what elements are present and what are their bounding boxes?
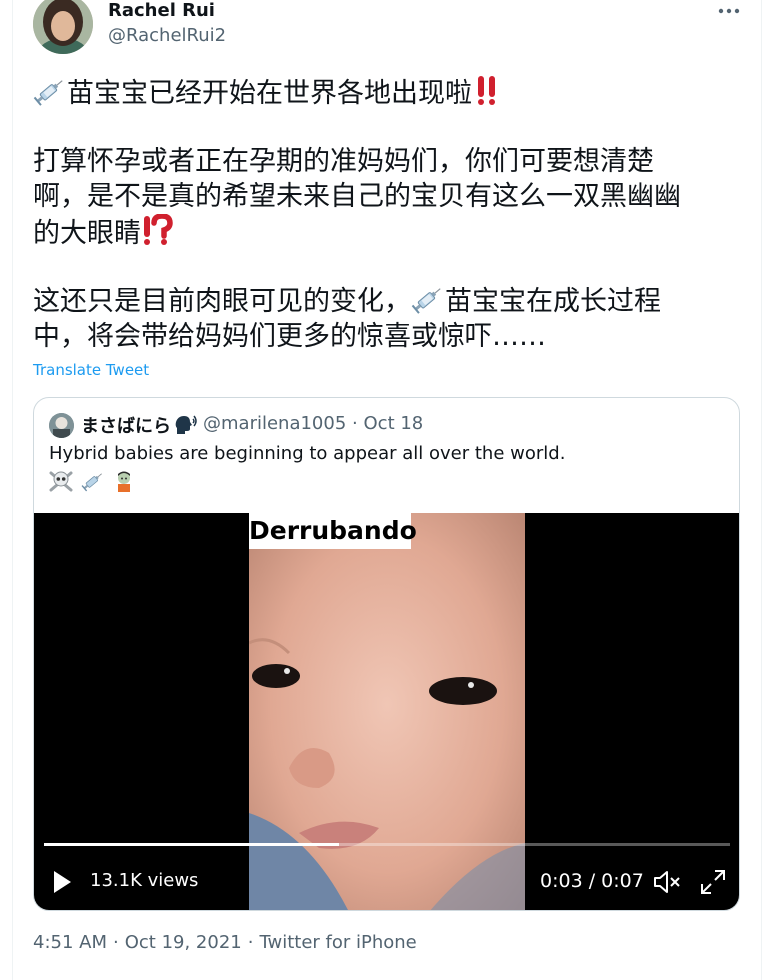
play-icon[interactable] [50,868,74,896]
tweet-line-2: 打算怀孕或者正在孕期的准妈妈们，你们可要想清楚 [33,146,654,177]
quoted-tweet[interactable]: まさばにら @marilena1005 · Oct 18 Hybrid babi… [33,397,740,911]
quoted-author-name[interactable]: まさばにら [81,412,197,441]
video-frame [248,513,525,910]
video-time: 0:03 / 0:07 [540,870,644,892]
tweet-line-4: 的大眼睛 [33,213,743,255]
exclamation-question-icon [141,213,175,255]
quoted-meta: @marilena1005 · Oct 18 [203,413,423,434]
tweet-source[interactable]: Twitter for iPhone [259,932,416,953]
tweet-text-5: 这还只是目前肉眼可见的变化， [33,286,411,317]
video-progress-fill [44,843,339,846]
video-progress-bar[interactable] [44,843,730,846]
tweet-line-7: 中，将会带给妈妈们更多的惊喜或惊吓…… [33,321,546,352]
syringe-icon [33,76,67,115]
video-player[interactable]: Derrubando 13.1K views 0:03 / 0:07 [34,513,739,910]
tweet-text-1: 苗宝宝已经开始在世界各地出现啦 [67,78,472,109]
tweet-text-6: 苗宝宝在成长过程 [445,286,661,317]
video-caption: Derrubando [249,513,417,549]
fullscreen-icon[interactable] [698,867,728,897]
author-handle[interactable]: @RachelRui2 [108,25,226,46]
more-icon[interactable] [712,0,746,22]
tweet-footer: 4:51 AM · Oct 19, 2021 · Twitter for iPhone [33,932,417,953]
author-name[interactable]: Rachel Rui [108,0,215,21]
speaking-head-icon [173,414,197,441]
tweet-date[interactable]: Oct 19, 2021 [125,932,242,953]
video-views: 13.1K views [90,870,199,891]
footer-separator: · [113,932,119,953]
tweet-line-3: 啊，是不是真的希望未来自己的宝贝有这么一双黑幽幽 [33,181,681,212]
skull-crossbones-icon [49,470,73,496]
tweet-line-1: 苗宝宝已经开始在世界各地出现啦 [33,74,743,115]
footer-separator: · [247,932,254,953]
quoted-date[interactable]: Oct 18 [364,413,424,434]
translate-tweet-link[interactable]: Translate Tweet [33,361,149,379]
quoted-author-handle[interactable]: @marilena1005 [203,413,346,434]
quoted-author-name-text: まさばにら [81,416,171,437]
double-exclamation-icon [472,74,502,115]
quoted-text: Hybrid babies are beginning to appear al… [49,443,566,464]
syringe-icon [411,284,445,323]
tweet-time[interactable]: 4:51 AM [33,932,107,953]
quoted-author-avatar[interactable] [49,413,74,438]
zombie-icon [113,470,135,496]
tweet-text-4: 的大眼睛 [33,218,141,249]
quoted-emoji-row [49,470,138,492]
tweet-line-5: 这还只是目前肉眼可见的变化， 苗宝宝在成长过程 [33,284,743,323]
mute-icon[interactable] [652,868,682,896]
quoted-separator: · [352,413,358,434]
syringe-icon [81,470,105,496]
